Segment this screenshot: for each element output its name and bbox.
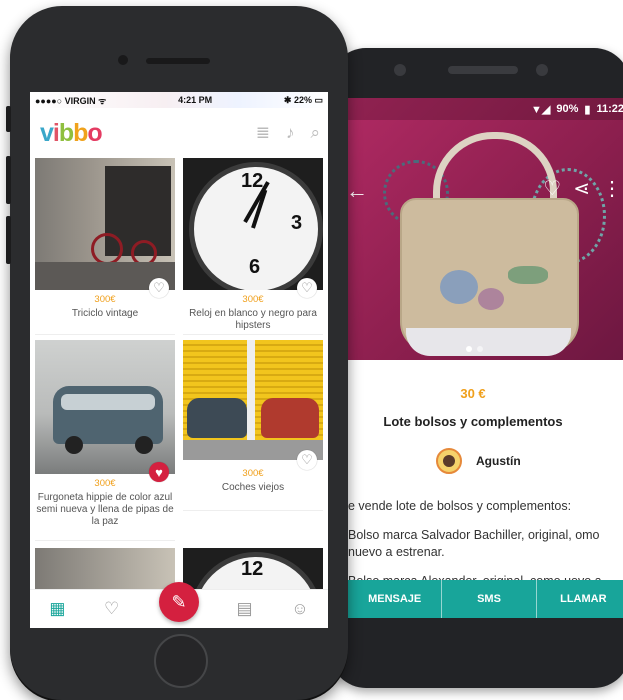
seller-info[interactable]: Agustín	[436, 448, 521, 474]
carousel-dots[interactable]	[466, 346, 483, 352]
listing-card[interactable]: ♥ 300€ Furgoneta hippie de color azul se…	[35, 340, 175, 541]
carrier: ●●●●○ VIRGIN ᯤ	[35, 95, 107, 106]
battery: ✱ 22% ▭	[283, 94, 323, 105]
volume-down-button	[6, 216, 11, 264]
battery-level: 90%	[556, 103, 579, 115]
van-window	[61, 394, 155, 410]
car-decor	[261, 398, 319, 438]
listing-price: 300€	[94, 478, 116, 489]
listing-title: Furgoneta hippie de color azul semi nuev…	[36, 492, 174, 527]
car-decor	[187, 398, 247, 438]
android-status-bar: ▼◢ 90% ▮ 11:22	[348, 98, 623, 120]
call-button[interactable]: LLAMAR	[535, 580, 623, 618]
ios-status-bar: ●●●●○ VIRGIN ᯤ 4:21 PM ✱ 22% ▭	[30, 92, 328, 108]
signal-icon: ▼◢	[531, 103, 551, 116]
clock-number: 12	[241, 558, 264, 580]
message-button[interactable]: MENSAJE	[348, 580, 441, 618]
android-phone: ▼◢ 90% ▮ 11:22 ← ♡ ⋖ ⋮ 30 € Lote bolsos …	[330, 48, 623, 688]
battery-icon: ▮	[584, 103, 591, 116]
hearts-icon[interactable]: ♡	[104, 599, 119, 619]
listing-price: 300€	[242, 294, 264, 305]
front-camera	[118, 55, 128, 65]
listing-image[interactable]	[35, 340, 175, 474]
compose-icon[interactable]: ✎	[159, 582, 199, 622]
contact-actions: MENSAJE SMS LLAMAR	[348, 580, 623, 618]
listing-title: Reloj en blanco y negro para hipsters	[189, 308, 317, 331]
listing-card[interactable]: 12 3 6 ♡ 300€ Reloj en blanco y negro pa…	[183, 158, 323, 335]
bell-icon[interactable]: ♪	[286, 123, 295, 143]
iphone-screen: ●●●●○ VIRGIN ᯤ 4:21 PM ✱ 22% ▭ v i b b o…	[30, 92, 328, 628]
listing-title: Coches viejos	[221, 482, 285, 493]
product-photo[interactable]	[348, 98, 623, 360]
carousel-dot[interactable]	[466, 346, 472, 352]
description-line: e vende lote de bolsos y complementos:	[348, 499, 572, 513]
bag-flower	[508, 266, 548, 284]
grid-icon[interactable]: ▦	[49, 599, 65, 619]
bag-bottom	[406, 328, 571, 356]
carousel-dot[interactable]	[477, 346, 483, 352]
clock-number: 3	[291, 212, 303, 234]
van-wheel	[135, 436, 153, 454]
app-header: v i b b o ≣ ♪ ⌕	[30, 108, 328, 158]
listing-price: 300€	[94, 294, 116, 305]
vibbo-logo: v i b b o	[40, 118, 103, 147]
earpiece	[146, 58, 210, 64]
sms-button[interactable]: SMS	[441, 580, 535, 618]
listing-image[interactable]: 12 3 6	[183, 158, 323, 290]
listing-card[interactable]: ♡ 300€ Triciclo vintage	[35, 158, 175, 335]
detail-title: Lote bolsos y complementos	[383, 414, 563, 429]
mute-switch	[6, 106, 11, 132]
search-icon[interactable]: ⌕	[310, 123, 320, 143]
listing-title: Triciclo vintage	[71, 308, 139, 319]
iphone: ●●●●○ VIRGIN ᯤ 4:21 PM ✱ 22% ▭ v i b b o…	[6, 6, 348, 700]
header-actions: ≣ ♪ ⌕	[256, 123, 320, 143]
chat-icon[interactable]: ▤	[237, 599, 253, 619]
android-clock: 11:22	[596, 103, 623, 115]
android-sensor	[394, 64, 406, 76]
listing-card[interactable]: ♡ 300€ Coches viejos	[183, 340, 323, 511]
listing-image[interactable]	[183, 340, 323, 460]
bag-flower	[478, 288, 504, 310]
volume-up-button	[6, 156, 11, 204]
avatar[interactable]	[436, 448, 462, 474]
android-camera	[536, 64, 548, 76]
wheel-decor	[91, 233, 123, 265]
home-button[interactable]	[154, 634, 208, 688]
detail-price: 30 €	[460, 386, 486, 401]
listing-price: 300€	[242, 468, 264, 479]
seller-name[interactable]: Agustín	[476, 454, 521, 468]
android-speaker	[448, 66, 518, 74]
back-arrow-icon[interactable]: ←	[348, 178, 368, 204]
heart-outline-icon[interactable]: ♡	[297, 450, 317, 470]
user-icon[interactable]: ☺	[291, 599, 308, 619]
detail-toolbar: ♡ ⋖ ⋮	[543, 176, 622, 201]
more-vert-icon[interactable]: ⋮	[602, 176, 622, 201]
menu-icon[interactable]: ≣	[256, 123, 270, 143]
listing-image[interactable]	[35, 158, 175, 290]
van-wheel	[65, 436, 83, 454]
android-screen: ▼◢ 90% ▮ 11:22 ← ♡ ⋖ ⋮ 30 € Lote bolsos …	[348, 98, 623, 618]
ios-clock: 4:21 PM	[178, 95, 213, 105]
heart-outline-icon[interactable]: ♡	[543, 176, 561, 201]
clock-number: 6	[249, 256, 261, 278]
description-line: Bolso marca Salvador Bachiller, original…	[348, 528, 600, 559]
bag-flower	[440, 270, 478, 304]
share-icon[interactable]: ⋖	[573, 176, 590, 201]
